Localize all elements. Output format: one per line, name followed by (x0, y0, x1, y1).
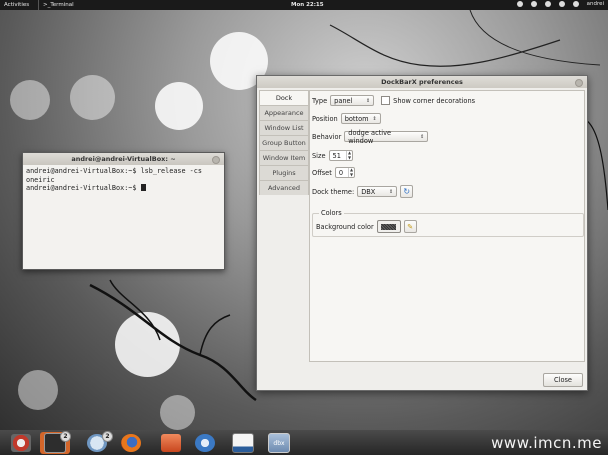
terminal-line: andrei@andrei-VirtualBox:~$ lsb_release … (26, 167, 202, 175)
refresh-icon: ↻ (403, 187, 411, 196)
dock-item-system-monitor[interactable] (228, 432, 258, 454)
terminal-window[interactable]: andrei@andrei-VirtualBox: ~ andrei@andre… (22, 152, 225, 270)
app-menu-label: Terminal (50, 2, 74, 8)
dock-item-terminal[interactable]: 2 (40, 431, 71, 454)
chevron-updown-icon: ⇕ (372, 115, 377, 122)
behavior-select[interactable]: dodge active window ⇕ (344, 128, 429, 145)
user-menu[interactable]: andrei (587, 1, 604, 7)
background-color-label: Background color (316, 222, 374, 231)
stepper-arrows-icon[interactable]: ▲ ▼ (345, 150, 352, 160)
volume-icon[interactable] (558, 1, 565, 7)
size-value: 51 (332, 151, 341, 160)
theme-value: DBX (361, 187, 376, 196)
theme-row: Dock theme: DBX ⇕ ↻ (312, 185, 414, 198)
dock-item-system-settings[interactable] (6, 432, 36, 454)
text-cursor (140, 184, 146, 191)
background-color-row: Background color ✎ (316, 220, 417, 233)
type-label: Type (312, 96, 328, 105)
type-select[interactable]: panel ⇕ (330, 95, 375, 106)
thunderbird-icon (195, 434, 215, 452)
dock-settings-pane: Type panel ⇕ Show corner decorations Posi… (309, 90, 585, 362)
close-icon[interactable] (575, 79, 583, 87)
offset-label: Offset (312, 168, 332, 177)
background-color-button[interactable] (376, 220, 401, 233)
corner-decorations-checkbox[interactable] (381, 96, 391, 105)
reload-theme-button[interactable]: ↻ (400, 185, 414, 198)
terminal-output[interactable]: andrei@andrei-VirtualBox:~$ lsb_release … (23, 165, 224, 195)
position-label: Position (312, 114, 338, 123)
tab-plugins[interactable]: Plugins (259, 165, 309, 180)
tab-window-item[interactable]: Window Item (259, 150, 309, 165)
corner-decorations-label: Show corner decorations (393, 96, 476, 105)
network-icon[interactable] (544, 1, 551, 7)
clock[interactable]: Mon 22:15 (291, 2, 324, 8)
offset-stepper[interactable]: 0 ▲ ▼ (334, 167, 356, 178)
colors-label: Colors (319, 209, 344, 217)
bluetooth-icon[interactable] (530, 1, 537, 7)
size-stepper[interactable]: 51 ▲ ▼ (328, 150, 354, 161)
battery-icon[interactable] (572, 1, 579, 7)
type-row: Type panel ⇕ Show corner decorations (312, 95, 475, 106)
firefox-icon (121, 434, 141, 452)
position-row: Position bottom ⇕ (312, 113, 381, 124)
dock-item-thunderbird[interactable] (190, 432, 220, 454)
size-row: Size 51 ▲ ▼ (312, 150, 354, 161)
dockbarx-icon-label: dbx (273, 439, 285, 447)
reset-color-button[interactable]: ✎ (403, 220, 417, 233)
brush-icon: ✎ (407, 222, 414, 231)
position-value: bottom (344, 114, 369, 123)
dock-item-dockbarx[interactable]: dbx (264, 432, 294, 454)
behavior-row: Behavior dodge active window ⇕ (312, 128, 429, 145)
chevron-updown-icon: ⇕ (365, 97, 371, 104)
watermark: www.imcn.me (491, 434, 602, 452)
theme-label: Dock theme: (312, 187, 355, 196)
tab-appearance[interactable]: Appearance (259, 105, 309, 120)
accessibility-icon[interactable] (516, 1, 523, 7)
tab-advanced[interactable]: Advanced (259, 180, 309, 195)
prefs-title: DockBarX preferences (381, 78, 463, 86)
dock-item-files[interactable] (156, 432, 186, 454)
tab-window-list[interactable]: Window List (259, 120, 309, 135)
prefs-titlebar[interactable]: DockBarX preferences (257, 76, 587, 88)
terminal-title: andrei@andrei-VirtualBox: ~ (71, 155, 176, 163)
position-select[interactable]: bottom ⇕ (340, 113, 381, 124)
tab-dock[interactable]: Dock (259, 90, 309, 105)
offset-value: 0 (338, 168, 344, 177)
terminal-line: oneiric (26, 175, 55, 184)
terminal-line: andrei@andrei-VirtualBox:~$ (26, 184, 141, 192)
dock-item-empathy[interactable]: 2 (82, 431, 113, 454)
activities-button[interactable]: Activities (4, 2, 29, 8)
type-value: panel (334, 96, 353, 105)
tab-group-button[interactable]: Group Button (259, 135, 309, 150)
chevron-updown-icon: ⇕ (420, 133, 425, 140)
folder-icon (161, 434, 181, 452)
size-label: Size (312, 151, 326, 160)
dock-item-firefox[interactable] (116, 432, 146, 454)
close-button[interactable]: Close (543, 373, 583, 387)
terminal-prompt-line: andrei@andrei-VirtualBox:~$ (26, 184, 221, 193)
colors-frame: Colors Background color ✎ (312, 209, 584, 237)
behavior-label: Behavior (312, 132, 342, 141)
terminal-titlebar[interactable]: andrei@andrei-VirtualBox: ~ (23, 153, 224, 165)
system-tray: andrei (516, 1, 604, 7)
dockbarx-icon: dbx (268, 433, 290, 453)
window-count-badge: 2 (60, 431, 71, 442)
close-icon[interactable] (212, 156, 220, 164)
offset-row: Offset 0 ▲ ▼ (312, 167, 356, 178)
top-panel: Activities >_Terminal Mon 22:15 andrei (0, 0, 608, 10)
stepper-arrows-icon[interactable]: ▲ ▼ (348, 167, 354, 177)
app-menu-terminal[interactable]: >_Terminal (38, 0, 78, 10)
color-swatch (381, 223, 397, 230)
prefs-tab-list: Dock Appearance Window List Group Button… (259, 90, 309, 195)
system-settings-icon (11, 434, 31, 452)
behavior-value: dodge active window (348, 128, 392, 145)
dockbarx-preferences-window[interactable]: DockBarX preferences Dock Appearance Win… (256, 75, 588, 391)
chevron-updown-icon: ⇕ (388, 188, 394, 195)
system-monitor-icon (232, 433, 254, 453)
window-count-badge: 2 (102, 431, 113, 442)
theme-select[interactable]: DBX ⇕ (357, 186, 398, 197)
